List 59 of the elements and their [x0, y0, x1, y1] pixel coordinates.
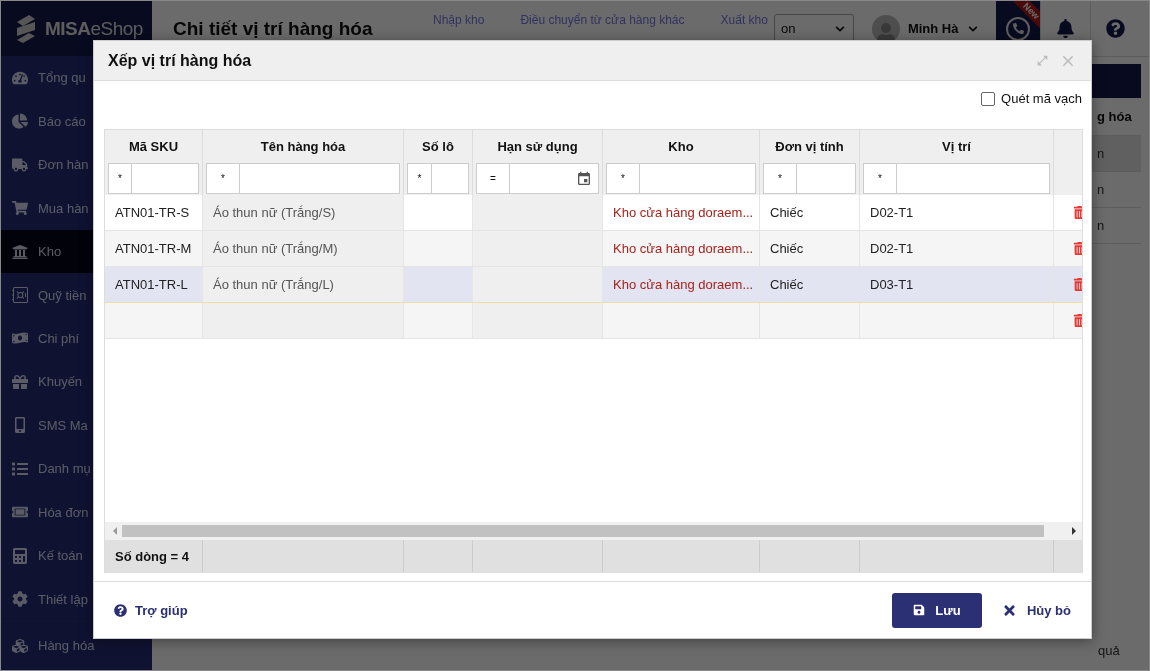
table-cell: D02-T1	[860, 231, 1054, 266]
user-name[interactable]: Minh Hà	[907, 21, 959, 36]
calculator-icon	[11, 547, 29, 564]
truck-icon	[11, 156, 29, 173]
filter-field[interactable]: *	[206, 163, 400, 194]
save-button[interactable]: Lưu	[891, 592, 982, 628]
pie-chart-icon	[11, 113, 29, 130]
settings-icon	[11, 591, 29, 607]
bank-icon	[11, 243, 29, 260]
filter-operator[interactable]: *	[764, 164, 797, 193]
table-cell: n	[1092, 136, 1141, 172]
cancel-button[interactable]: Hủy bỏ	[995, 592, 1077, 628]
checkbox[interactable]	[981, 92, 996, 106]
table-cell: Kho cửa hàng doraem...	[603, 195, 760, 230]
filter-operator[interactable]: *	[607, 164, 640, 193]
money-icon	[11, 330, 29, 347]
table-row[interactable]: ATN01-TR-L Áo thun nữ (Trắng/L) Kho cửa hàng doraem... Chiếc D03-T1	[105, 267, 1082, 303]
horizontal-scrollbar[interactable]	[105, 522, 1082, 540]
cubes-icon	[11, 637, 29, 654]
save-icon	[913, 604, 926, 616]
table-cell: D02-T1	[860, 195, 1054, 230]
table-row[interactable]: ATN01-TR-S Áo thun nữ (Trắng/S) Kho cửa hàng doraem... Chiếc D02-T1	[105, 195, 1082, 231]
filter-field[interactable]: *	[108, 163, 199, 194]
filter-operator[interactable]: *	[109, 164, 132, 193]
table-cell: Áo thun nữ (Trắng/L)	[203, 267, 404, 302]
table-row[interactable]: ATN01-TR-M Áo thun nữ (Trắng/M) Kho cửa hàng doraem... Chiếc D02-T1	[105, 231, 1082, 267]
result-text: quả	[1097, 641, 1121, 660]
table-cell: Chiếc	[760, 267, 860, 302]
filter-operator[interactable]: *	[864, 164, 897, 193]
filter-field[interactable]: *	[863, 163, 1050, 194]
filter-operator[interactable]: *	[207, 164, 240, 193]
safe-icon	[11, 287, 29, 304]
list-icon	[11, 460, 29, 477]
table-cell: Áo thun nữ (Trắng/M)	[203, 231, 404, 266]
table-cell: Chiếc	[760, 195, 860, 230]
toolbar-background	[1092, 64, 1141, 98]
logo-text: MISAeShop	[45, 17, 143, 40]
chevron-icon	[968, 23, 979, 34]
table-cell: Kho cửa hàng doraem...	[603, 231, 760, 266]
page-title: Chi tiết vị trí hàng hóa	[173, 17, 374, 40]
cart-icon	[11, 200, 29, 217]
filter-operator[interactable]: =	[477, 164, 510, 193]
table-cell: Áo thun nữ (Trắng/S)	[203, 195, 404, 230]
chevron-icon	[834, 23, 845, 34]
table-cell: Kho cửa hàng doraem...	[603, 267, 760, 302]
table-cell: D03-T1	[860, 267, 1054, 302]
filter-field[interactable]: *	[606, 163, 756, 194]
row-count: Số dòng = 4	[105, 540, 203, 572]
gauge-icon	[11, 69, 29, 86]
filter-field[interactable]: =	[476, 163, 599, 194]
gift-icon	[11, 373, 29, 390]
filter-operator[interactable]: *	[408, 164, 432, 193]
calendar-icon[interactable]	[576, 170, 592, 187]
checkbox-label[interactable]: Quét mã vạch	[1001, 91, 1082, 106]
table-cell: Chiếc	[760, 231, 860, 266]
help-icon	[114, 603, 127, 617]
filter-field[interactable]: *	[407, 163, 469, 194]
filter-field[interactable]: *	[763, 163, 856, 194]
avatar-icon	[871, 14, 900, 43]
